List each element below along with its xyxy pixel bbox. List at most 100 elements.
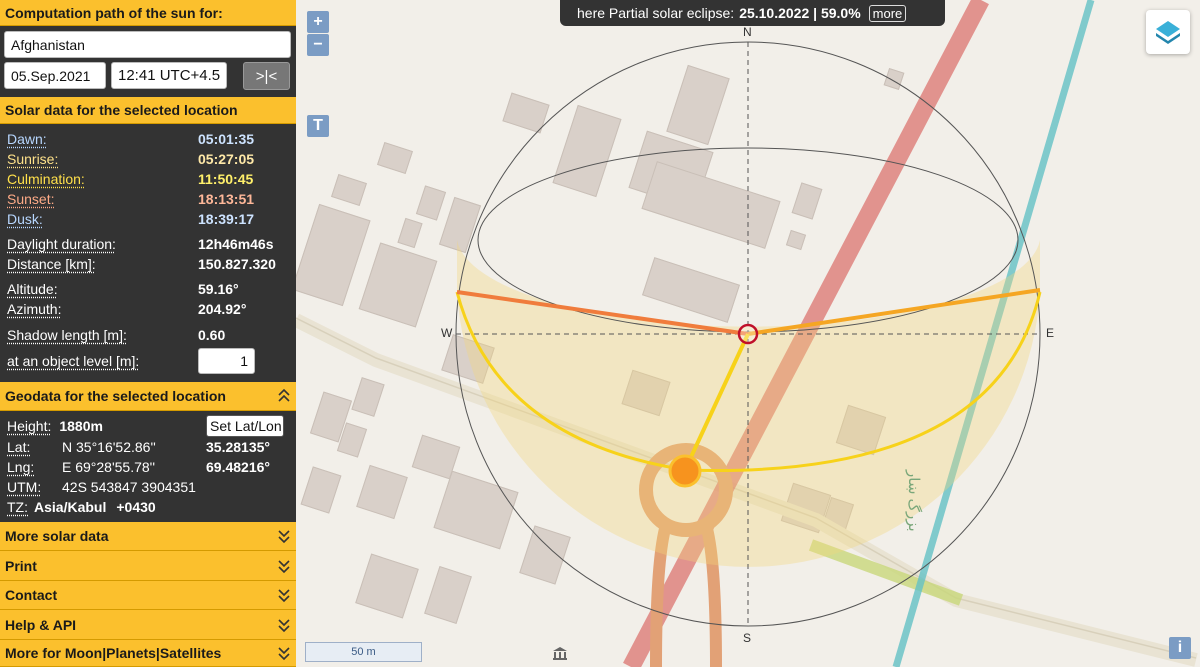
lng-label[interactable]: Lng: [7,459,34,475]
culmination-row: Culmination: 11:50:45 [7,169,292,189]
azimuth-label[interactable]: Azimuth: [7,301,61,317]
zoom-in-button[interactable]: + [307,11,329,33]
set-lat-lon-button[interactable]: Set Lat/Lon [206,415,284,437]
expand-down-icon [278,589,290,603]
zoom-out-button[interactable]: − [307,34,329,56]
daylight-row: Daylight duration: 12h46m46s [7,234,292,254]
sunset-row: Sunset: 18:13:51 [7,189,292,209]
dusk-value: 18:39:17 [198,211,255,227]
sunrise-value: 05:27:05 [198,151,255,167]
lng-decimal: 69.48216° [206,459,270,475]
solar-data-header[interactable]: Solar data for the selected location [0,97,296,124]
azimuth-row: Azimuth: 204.92° [7,299,292,319]
daylight-value: 12h46m46s [198,236,274,252]
object-level-input[interactable]: 1 [198,348,255,374]
collapse-up-icon[interactable] [277,388,291,404]
distance-value: 150.827.320 [198,256,276,272]
lat-label[interactable]: Lat: [7,439,30,455]
object-level-label[interactable]: at an object level [m]: [7,353,139,369]
shadow-value: 0.60 [198,327,226,343]
culmination-value: 11:50:45 [198,171,254,187]
location-input[interactable]: Afghanistan [4,31,291,58]
eclipse-text: here Partial solar eclipse: [577,5,735,21]
sunset-value: 18:13:51 [198,191,255,207]
culmination-label[interactable]: Culmination: [7,171,85,187]
landmark-icon [553,647,567,660]
compass-south: S [743,631,752,645]
dawn-row: Dawn: 05:01:35 [7,129,292,149]
geodata-header[interactable]: Geodata for the selected location [0,382,296,411]
height-label[interactable]: Height: [7,418,51,434]
lng-row: Lng: E 69°28'55.78'' 69.48216° [7,457,292,477]
info-button[interactable]: i [1169,637,1191,659]
utm-value: 42S 543847 3904351 [62,479,196,495]
layers-button[interactable] [1146,10,1190,54]
shadow-row: Shadow length [m]: 0.60 [7,325,292,345]
geodata-title: Geodata for the selected location [5,388,226,404]
menu-moon-label: More for Moon|Planets|Satellites [5,645,222,661]
menu-print[interactable]: Print [0,551,296,581]
sunrise-label[interactable]: Sunrise: [7,151,58,167]
expand-down-icon [278,530,290,544]
menu-print-label: Print [5,557,37,574]
layers-icon [1156,21,1180,44]
utm-label[interactable]: UTM: [7,479,41,495]
now-button[interactable]: >|< [243,62,290,90]
distance-label[interactable]: Distance [km]: [7,256,96,272]
time-input[interactable]: 12:41 UTC+4.5 [111,62,227,89]
height-row: Height: 1880m [7,416,103,436]
menu-moon-planets[interactable]: More for Moon|Planets|Satellites [0,640,296,667]
shadow-label[interactable]: Shadow length [m]: [7,327,127,343]
tz-value: Asia/Kabul [34,499,107,515]
location-input-value: Afghanistan [11,36,85,53]
lat-decimal: 35.28135° [206,439,270,455]
compass-east: E [1046,326,1055,340]
sunrise-row: Sunrise: 05:27:05 [7,149,292,169]
zoom-out-label: − [313,36,323,53]
lat-dms: N 35°16'52.86'' [62,439,156,455]
expand-down-icon [278,618,290,632]
scale-label: 50 m [351,646,376,658]
menu-help-label: Help & API [5,616,77,633]
compass-west: W [441,326,453,340]
eclipse-banner: here Partial solar eclipse: 25.10.2022 |… [560,0,945,26]
menu-contact[interactable]: Contact [0,581,296,610]
expand-down-icon [278,647,290,661]
eclipse-more-button[interactable]: more [868,4,907,22]
date-input[interactable]: 05.Sep.2021 [4,62,106,89]
info-label: i [1177,639,1183,656]
eclipse-value: 25.10.2022 | 59.0% [739,5,861,21]
azimuth-value: 204.92° [198,301,247,317]
sidebar: Computation path of the sun for: Afghani… [0,0,296,667]
tz-label[interactable]: TZ: [7,499,28,515]
map-canvas[interactable]: N S E W بزرگ ښار + − T i [296,0,1200,667]
sun-position-icon[interactable] [668,454,702,488]
utm-row: UTM: 42S 543847 3904351 [7,477,292,497]
terrain-toggle-button[interactable]: T [307,115,329,137]
menu-help-api[interactable]: Help & API [0,610,296,640]
tz-offset: +0430 [116,499,156,515]
dusk-label[interactable]: Dusk: [7,211,43,227]
location-marker-icon[interactable] [737,323,759,345]
tz-row: TZ: Asia/Kabul +0430 [7,497,292,517]
daylight-label[interactable]: Daylight duration: [7,236,116,252]
lng-dms: E 69°28'55.78'' [62,459,156,475]
compass-north: N [743,25,752,39]
terrain-toggle-label: T [313,117,323,134]
map-street-label: بزرگ ښار [905,470,922,532]
location-header-title: Computation path of the sun for: [5,4,223,21]
dawn-label[interactable]: Dawn: [7,131,47,147]
altitude-label[interactable]: Altitude: [7,281,58,297]
expand-down-icon [278,559,290,573]
time-input-value: 12:41 UTC+4.5 [118,67,221,84]
sunset-label[interactable]: Sunset: [7,191,54,207]
solar-data-title: Solar data for the selected location [5,102,238,118]
menu-more-solar-data[interactable]: More solar data [0,522,296,551]
menu-more-solar-label: More solar data [5,528,109,544]
sun-path-diagram [296,0,1198,667]
location-header: Computation path of the sun for: [0,0,296,26]
dawn-value: 05:01:35 [198,131,255,147]
distance-row: Distance [km]: 150.827.320 [7,254,292,274]
lat-row: Lat: N 35°16'52.86'' 35.28135° [7,437,292,457]
zoom-in-label: + [313,13,323,30]
